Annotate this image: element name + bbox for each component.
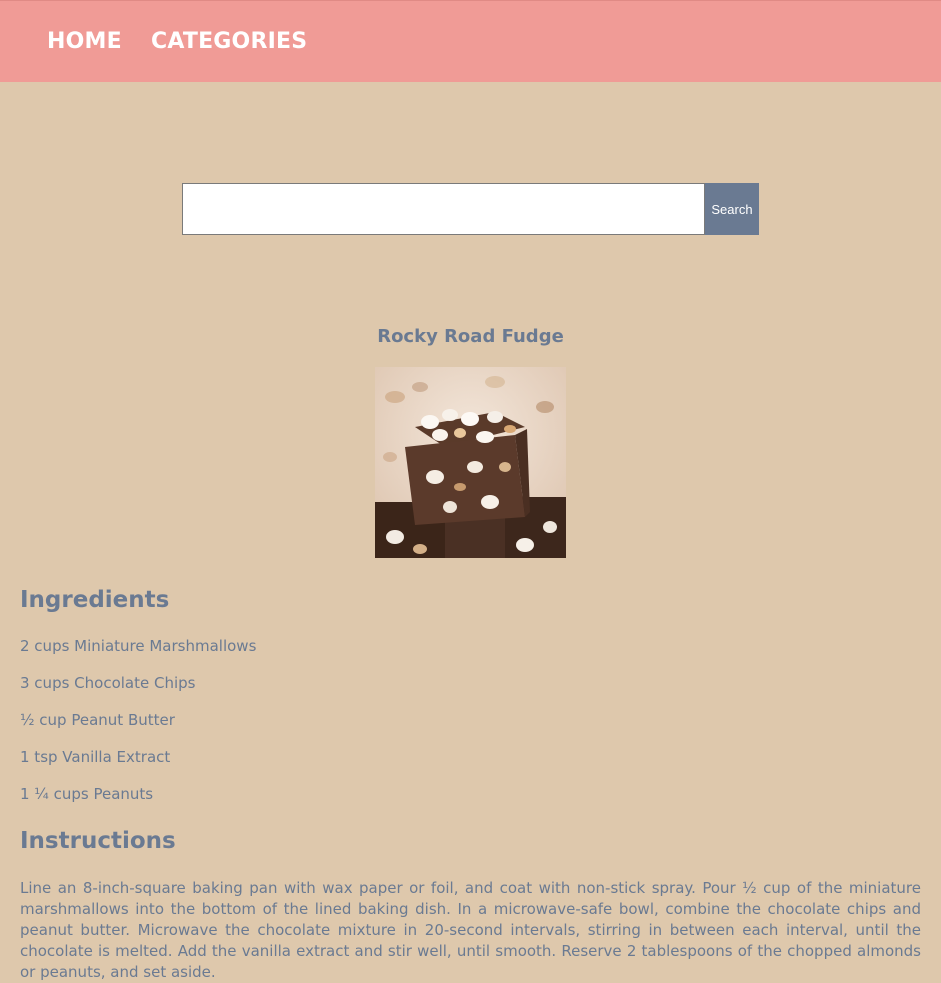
- nav-home-link[interactable]: HOME: [47, 29, 122, 54]
- instructions-heading: Instructions: [20, 828, 176, 854]
- recipe-image: [375, 367, 566, 558]
- search-input[interactable]: [182, 183, 705, 235]
- recipe-title: Rocky Road Fudge: [377, 326, 564, 347]
- ingredient-item: ½ cup Peanut Butter: [20, 711, 175, 729]
- ingredient-item: 3 cups Chocolate Chips: [20, 674, 196, 692]
- ingredient-item: 1 ¼ cups Peanuts: [20, 785, 154, 803]
- top-navbar: HOME CATEGORIES: [0, 0, 941, 82]
- ingredient-item: 1 tsp Vanilla Extract: [20, 748, 171, 766]
- search-bar: Search: [182, 183, 759, 235]
- ingredient-item: 2 cups Miniature Marshmallows: [20, 637, 257, 655]
- rocky-road-fudge-photo: [375, 367, 566, 558]
- search-button[interactable]: Search: [705, 183, 759, 235]
- ingredients-heading: Ingredients: [20, 587, 170, 613]
- instructions-text: Line an 8-inch-square baking pan with wa…: [20, 879, 921, 981]
- nav-categories-link[interactable]: CATEGORIES: [151, 29, 307, 54]
